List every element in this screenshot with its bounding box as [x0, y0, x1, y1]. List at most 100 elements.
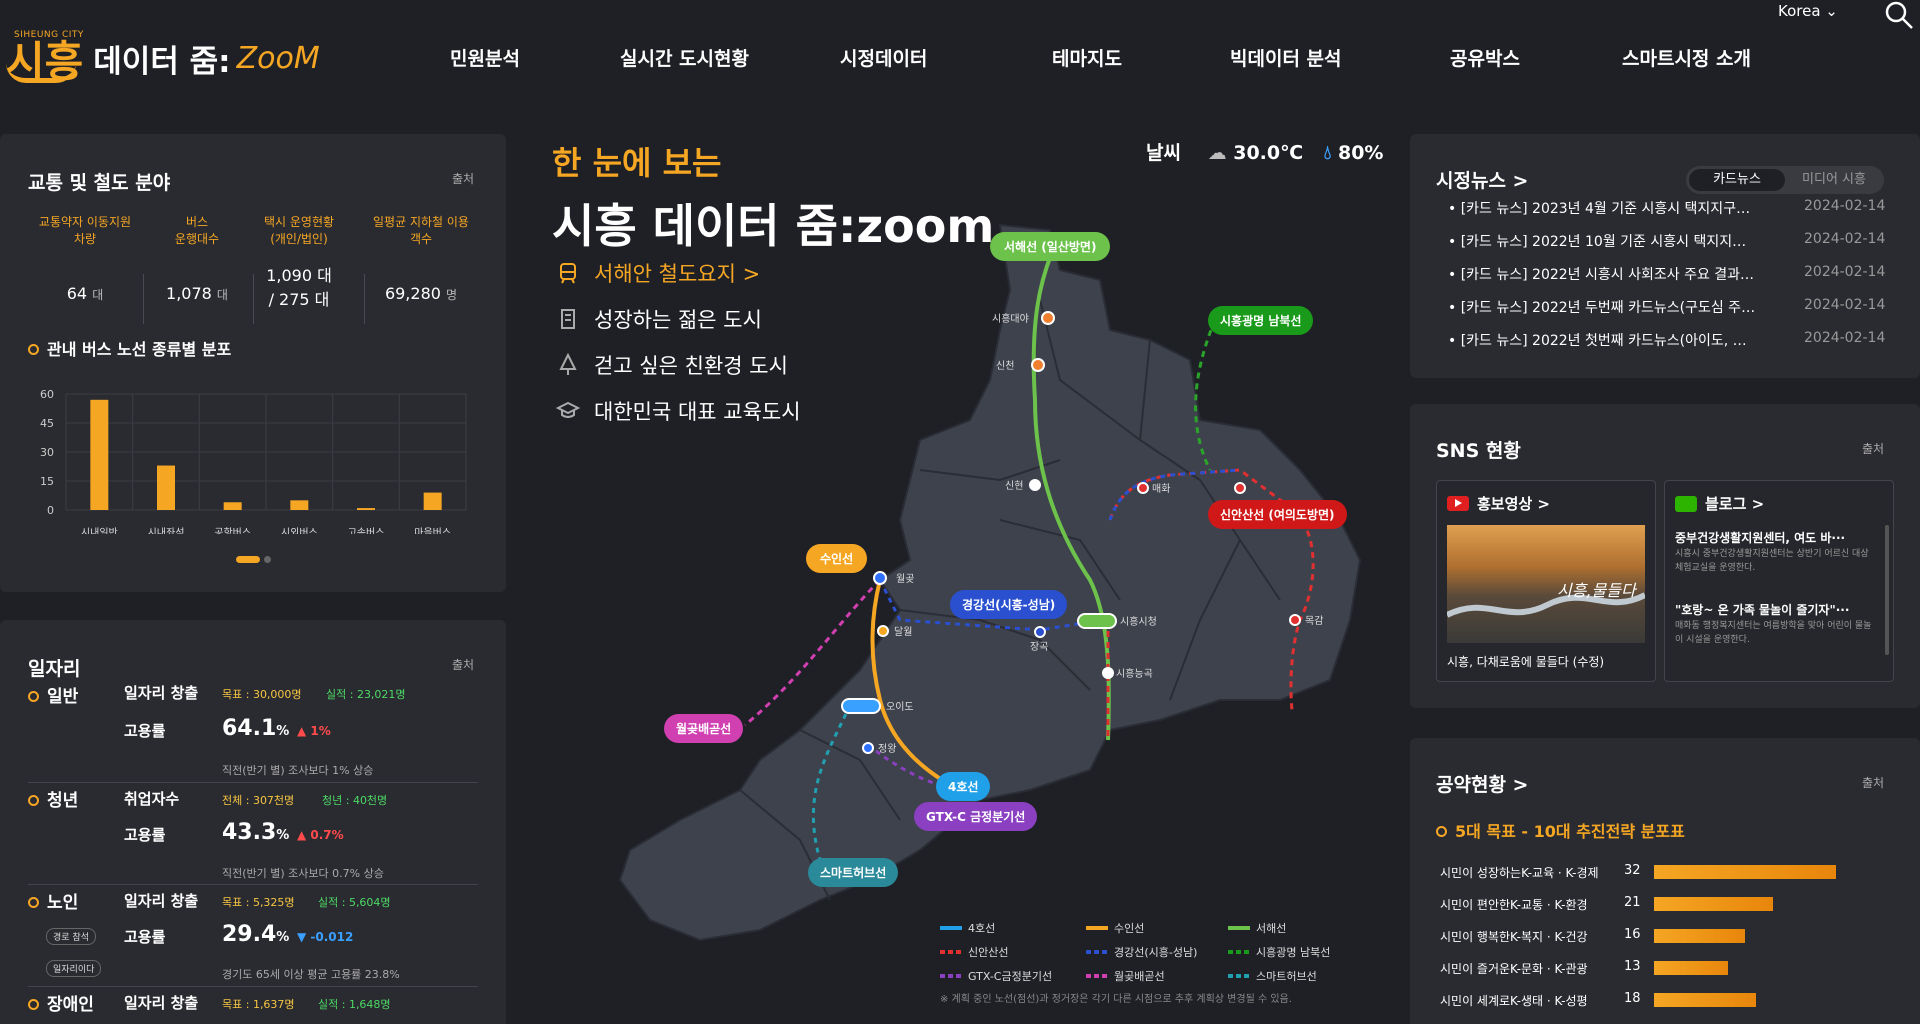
search-icon[interactable]: [1884, 0, 1914, 30]
bar[interactable]: [357, 508, 375, 510]
y-tick-label: 0: [47, 504, 54, 517]
legend-text: 서해선: [1256, 922, 1287, 935]
logo-zoom: ZooM: [236, 40, 320, 76]
pledge-row-value: 16: [1624, 927, 1641, 942]
stat-subway-number: 69,280: [384, 284, 441, 303]
blog-icon: [1675, 495, 1697, 512]
pledge-row-label: 시민이 성장하는K-교육 · K-경제: [1440, 866, 1599, 880]
news-title[interactable]: 시정뉴스 >: [1436, 166, 1528, 193]
drop-icon: 💧︎: [1323, 142, 1332, 164]
job-category-senior: 노인: [28, 888, 78, 913]
nav-item-city-data[interactable]: 시정데이터: [840, 44, 927, 71]
pledge-source-link[interactable]: 출처: [1862, 774, 1884, 791]
news-date: 2024-02-14: [1804, 330, 1886, 346]
site-logo[interactable]: SIHEUNG CITY 시흥 데이터 줌: ZooM: [6, 28, 320, 88]
job-label: 고용률: [124, 826, 166, 844]
legend-text: 수인선: [1114, 922, 1145, 935]
carousel-dot[interactable]: [264, 556, 271, 563]
video-card-title: 홍보영상 >: [1477, 495, 1550, 513]
job-label: 일자리 창출: [124, 994, 199, 1012]
ring-icon: [28, 998, 39, 1010]
video-card[interactable]: 홍보영상 > 시흥,물들다 시흥, 다채로움에 물들다 (수정): [1436, 480, 1656, 682]
blog-post-title[interactable]: 중부건강생활지원센터, 여도 바···: [1675, 529, 1875, 546]
news-item[interactable]: • [카드 뉴스] 2022년 두번째 카드뉴스(구도심 주차···: [1448, 297, 1758, 317]
nav-item-about[interactable]: 스마트시정 소개: [1622, 44, 1751, 71]
video-caption: 시흥, 다채로움에 물들다 (수정): [1447, 655, 1605, 669]
pledge-title[interactable]: 공약현황 >: [1436, 770, 1528, 797]
pledge-row-value: 13: [1624, 959, 1641, 974]
nav-item-realtime[interactable]: 실시간 도시현황: [620, 44, 749, 71]
bar[interactable]: [290, 500, 309, 510]
bar[interactable]: [223, 502, 242, 510]
job-label: 고용률: [124, 928, 166, 946]
line-label-line4[interactable]: 4호선: [936, 772, 991, 801]
toggle-media[interactable]: 미디어 시흥: [1786, 169, 1882, 191]
transport-title: 교통 및 철도 분야: [28, 172, 171, 194]
nav-item-civil[interactable]: 민원분석: [450, 44, 520, 71]
bar[interactable]: [423, 492, 442, 510]
blog-card[interactable]: 블로그 > 중부건강생활지원센터, 여도 바··· 시흥시 중부건강생활지원센터…: [1664, 480, 1894, 682]
line-label-seohae[interactable]: 서해선 (일산방면): [990, 232, 1111, 261]
line-label-suin[interactable]: 수인선: [806, 544, 868, 573]
cloud-icon: ☁: [1207, 142, 1227, 164]
pledge-subtitle: 5대 목표 - 10대 추진전략 분포표: [1436, 818, 1685, 842]
station-label: 장곡: [1030, 641, 1048, 653]
job-label: 취업자수: [124, 790, 180, 808]
legend-text: GTX-C금정분기선: [968, 970, 1053, 983]
news-toggle[interactable]: 카드뉴스 미디어 시흥: [1686, 166, 1884, 194]
stat-value-mobility: 64 대: [30, 282, 140, 307]
job-category-youth-text: 청년: [47, 791, 79, 811]
blog-post-excerpt: 시흥시 중부건강생활지원센터는 상반기 어르신 대상 체험교실을 운영한다.: [1675, 549, 1869, 573]
line-label-gyeonggang[interactable]: 경강선(시흥-성남): [950, 590, 1068, 619]
legend-item: 스마트허브선: [1228, 968, 1317, 984]
jobs-title: 일자리: [28, 658, 81, 680]
news-date: 2024-02-14: [1804, 198, 1886, 214]
y-tick-label: 15: [40, 475, 54, 488]
bar[interactable]: [90, 399, 109, 510]
news-item[interactable]: • [카드 뉴스] 2022년 10월 기준 시흥시 택지지구별 ···: [1448, 231, 1758, 251]
news-item[interactable]: • [카드 뉴스] 2023년 4월 기준 시흥시 택지지구별 인···: [1448, 198, 1758, 218]
nav-item-share[interactable]: 공유박스: [1450, 44, 1520, 71]
job-label: 일자리 창출: [124, 892, 199, 910]
x-tick-label: 시외버스: [281, 527, 318, 534]
sns-source-link[interactable]: 출처: [1862, 440, 1884, 457]
legend-text: 월곶배곧선: [1114, 970, 1165, 983]
video-overlay-text: 시흥,물들다: [1557, 581, 1636, 600]
nav-item-theme-map[interactable]: 테마지도: [1052, 44, 1122, 71]
legend-text: 4호선: [968, 922, 996, 935]
carousel-dot-active[interactable]: [236, 556, 260, 563]
job-result: 실적 : 5,604명: [318, 896, 391, 909]
jobs-source-link[interactable]: 출처: [452, 656, 474, 673]
line-label-wolgot[interactable]: 월곶배곧선: [664, 714, 744, 743]
blog-post-title[interactable]: "호랑~ 온 가족 물놀이 즐기자"···: [1675, 601, 1875, 618]
station-label: 정왕: [878, 743, 896, 755]
blog-scrollbar[interactable]: [1885, 525, 1889, 655]
video-thumbnail[interactable]: 시흥,물들다: [1447, 525, 1645, 643]
stat-label-subway: 일평균 지하철 이용 객수: [373, 215, 469, 246]
news-item[interactable]: • [카드 뉴스] 2022년 첫번째 카드뉴스(아이도, 부모···: [1448, 330, 1758, 350]
job-rate-number: 29.4: [222, 922, 277, 947]
line-label-gtxc[interactable]: GTX-C 금정분기선: [914, 802, 1038, 831]
senior-tag[interactable]: 경로 참석: [46, 928, 96, 945]
bus-chart-title-text: 관내 버스 노선 종류별 분포: [47, 340, 232, 359]
job-label: 일자리 창출: [124, 684, 199, 702]
job-delta: ▲ 1%: [296, 724, 331, 738]
news-item[interactable]: • [카드 뉴스] 2022년 시흥시 사회조사 주요 결과 지표: [1448, 264, 1758, 284]
bar[interactable]: [157, 465, 175, 510]
line-label-smart[interactable]: 스마트허브선: [808, 858, 899, 887]
transport-source-link[interactable]: 출처: [452, 170, 474, 187]
line-label-sinan[interactable]: 신안산선 (여의도방면): [1208, 500, 1347, 529]
toggle-card-news[interactable]: 카드뉴스: [1689, 169, 1785, 191]
blog-post-excerpt: 매화동 행정복지센터는 여름방학을 맞아 어린이 물놀이 시설을 운영한다.: [1675, 621, 1872, 645]
stat-mobility-unit: 대: [92, 288, 104, 302]
language-select[interactable]: Korea ⌄: [1778, 2, 1838, 20]
job-goal: 전체 : 307천명: [222, 794, 295, 807]
weather: 날씨 ☁ 30.0℃ 💧︎ 80%: [1146, 138, 1383, 165]
pledge-bar: [1654, 865, 1836, 879]
pledge-bar: [1654, 929, 1745, 943]
stat-label-taxi: 택시 운영현황 (개인/법인): [263, 215, 335, 246]
nav-item-bigdata[interactable]: 빅데이터 분석: [1230, 44, 1342, 71]
job-rate-unit: %: [276, 930, 290, 945]
line-label-sihwa-north[interactable]: 시흥광명 남북선: [1208, 306, 1314, 335]
senior-tag[interactable]: 일자리이다: [46, 960, 102, 977]
